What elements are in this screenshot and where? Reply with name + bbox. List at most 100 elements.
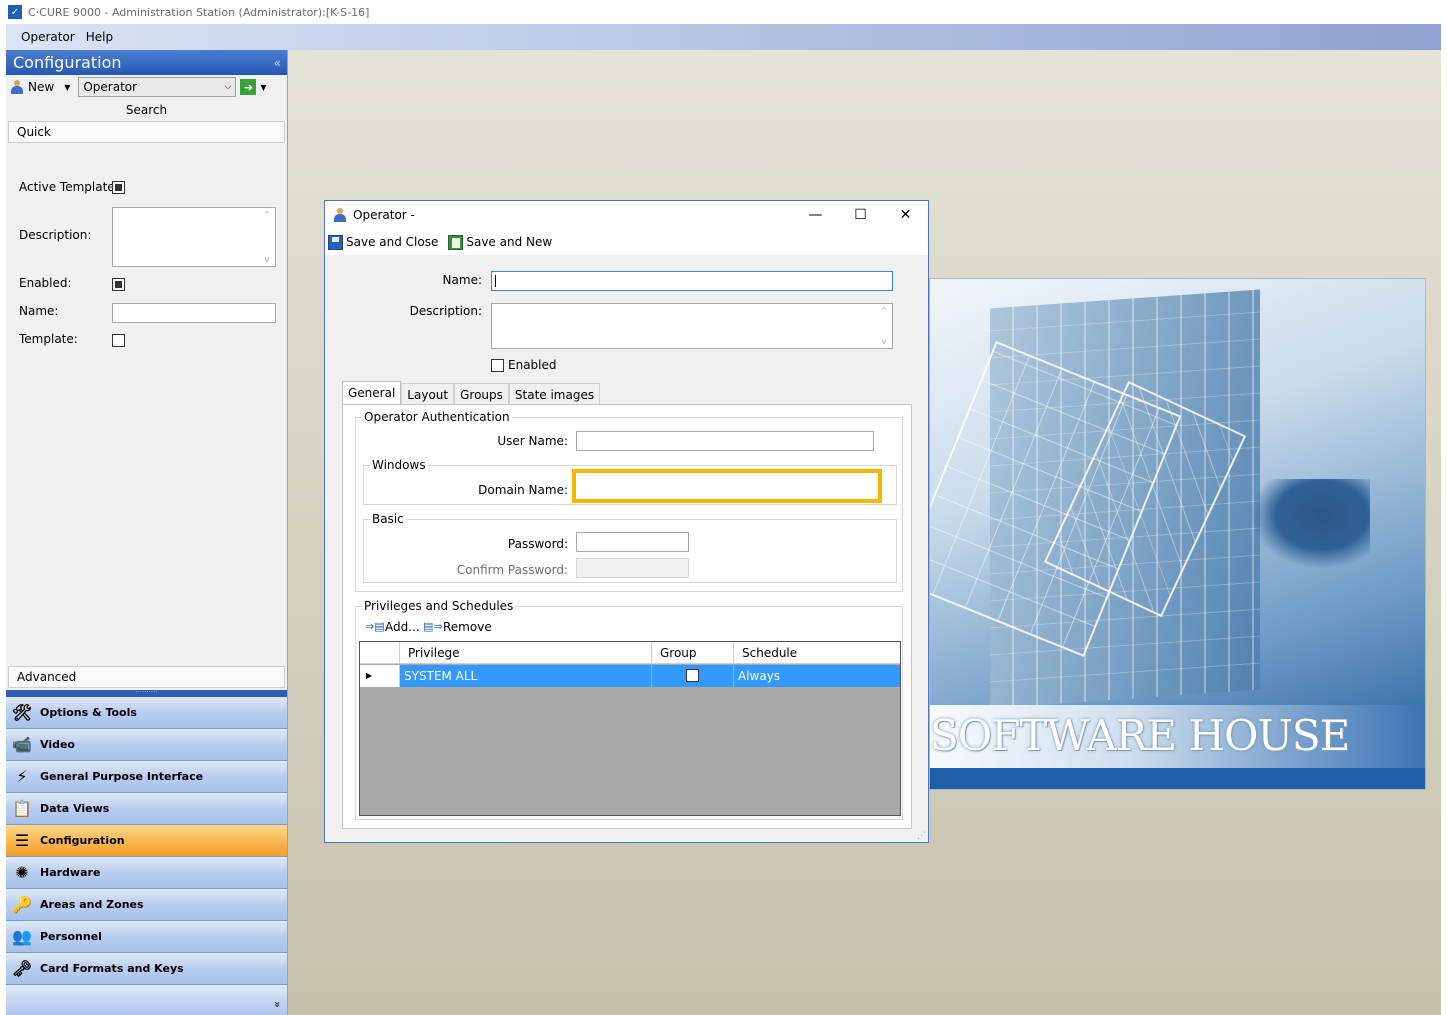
group-title: Privileges and Schedules bbox=[362, 599, 516, 613]
nav-areas-zones[interactable]: 🔑 Areas and Zones bbox=[6, 889, 287, 921]
privilege-cell[interactable]: SYSTEM ALL bbox=[400, 665, 652, 687]
operator-icon bbox=[333, 208, 347, 222]
scroll-arrows[interactable]: ^ v bbox=[878, 306, 890, 346]
template-checkbox[interactable] bbox=[112, 334, 125, 347]
tab-state-images[interactable]: State images bbox=[508, 383, 601, 405]
nav-data-views[interactable]: 📋 Data Views bbox=[6, 793, 287, 825]
group-checkbox[interactable] bbox=[686, 669, 699, 682]
go-dropdown-icon[interactable]: ▼ bbox=[260, 83, 266, 92]
window-title: C·CURE 9000 - Administration Station (Ad… bbox=[28, 5, 370, 19]
nav-label: Data Views bbox=[40, 802, 110, 815]
maximize-button[interactable]: ☐ bbox=[838, 201, 883, 229]
operator-dialog: Operator - — ☐ ✕ Save and Close Save and… bbox=[324, 200, 929, 843]
close-button[interactable]: ✕ bbox=[883, 201, 928, 229]
row-header-column bbox=[360, 642, 400, 663]
group-cell[interactable] bbox=[652, 665, 734, 687]
collapse-pane-icon[interactable]: « bbox=[274, 56, 281, 70]
nav-personnel[interactable]: 👥 Personnel bbox=[6, 921, 287, 953]
enabled-label: Enabled: bbox=[19, 276, 72, 290]
row-selector-icon[interactable]: ▶ bbox=[360, 665, 400, 687]
active-template-checkbox[interactable] bbox=[112, 181, 125, 194]
name-field[interactable] bbox=[112, 303, 276, 323]
save-new-icon bbox=[448, 234, 464, 250]
save-and-close-button[interactable]: Save and Close bbox=[346, 235, 438, 249]
pane-toolbar: New ▼ Operator ⌵ ➜ ▼ bbox=[6, 75, 287, 99]
object-type-select[interactable]: Operator ⌵ bbox=[78, 77, 237, 97]
tab-general[interactable]: General bbox=[342, 381, 402, 404]
new-button[interactable]: New bbox=[28, 80, 54, 94]
save-icon bbox=[328, 234, 343, 250]
add-privilege-button[interactable]: Add... bbox=[385, 620, 420, 634]
nav-overflow-bar: » bbox=[6, 985, 287, 1015]
add-icon: ⇒▤ bbox=[365, 620, 385, 633]
operator-name-input[interactable] bbox=[491, 271, 893, 291]
minimize-button[interactable]: — bbox=[793, 201, 838, 229]
nav-options-tools[interactable]: 🛠 Options & Tools bbox=[6, 697, 287, 729]
pane-splitter[interactable]: ·········· bbox=[6, 689, 287, 697]
resize-grip-icon[interactable]: ⋰ bbox=[917, 831, 926, 841]
remove-icon: ▤⇒ bbox=[423, 620, 443, 633]
operator-description-input[interactable]: ^ v bbox=[491, 303, 893, 349]
save-and-new-button[interactable]: Save and New bbox=[466, 235, 552, 249]
table-row[interactable]: ▶ SYSTEM ALL Always bbox=[360, 665, 900, 687]
new-dropdown-icon[interactable]: ▼ bbox=[64, 83, 70, 92]
confirm-password-input bbox=[576, 558, 689, 578]
nav-general-purpose-interface[interactable]: ⚡ General Purpose Interface bbox=[6, 761, 287, 793]
dialog-tabs: General Layout Groups State images bbox=[342, 381, 601, 405]
name-label: Name: bbox=[19, 304, 59, 318]
video-icon: 📹 bbox=[12, 735, 32, 754]
group-title: Windows bbox=[370, 458, 428, 472]
nav-label: Hardware bbox=[40, 866, 101, 879]
description-field[interactable]: ^ v bbox=[112, 207, 276, 267]
active-template-label: Active Template: bbox=[19, 180, 119, 194]
key-icon: 🔑 bbox=[12, 895, 32, 914]
menu-help[interactable]: Help bbox=[86, 30, 113, 44]
personnel-icon: 👥 bbox=[12, 927, 32, 946]
nav-label: Configuration bbox=[40, 834, 125, 847]
tab-groups[interactable]: Groups bbox=[454, 383, 509, 405]
data-views-icon: 📋 bbox=[12, 799, 32, 818]
remove-privilege-button[interactable]: Remove bbox=[443, 620, 492, 634]
go-arrow-button[interactable]: ➜ bbox=[240, 79, 257, 95]
confirm-password-label: Confirm Password: bbox=[456, 563, 568, 577]
enabled-label: Enabled bbox=[508, 358, 557, 372]
enabled-checkbox[interactable] bbox=[491, 359, 504, 372]
group-title: Operator Authentication bbox=[362, 410, 512, 424]
quick-search-bar[interactable]: Quick bbox=[8, 121, 285, 143]
column-privilege[interactable]: Privilege bbox=[400, 642, 652, 663]
nav-configuration[interactable]: ☰ Configuration bbox=[6, 825, 287, 857]
search-label: Search bbox=[125, 103, 168, 117]
password-label: Password: bbox=[507, 537, 568, 551]
enabled-checkbox[interactable] bbox=[112, 278, 125, 291]
column-group[interactable]: Group bbox=[652, 642, 734, 663]
card-key-icon: 🗝 bbox=[11, 959, 33, 978]
user-name-input[interactable] bbox=[576, 431, 874, 451]
dialog-title: Operator - bbox=[353, 208, 415, 222]
menu-bar: Operator Help bbox=[6, 24, 1441, 50]
hardware-icon: ✺ bbox=[15, 863, 29, 882]
menu-operator[interactable]: Operator bbox=[21, 30, 75, 44]
configuration-header: Configuration « bbox=[6, 50, 287, 75]
chevron-down-icon: ⌵ bbox=[224, 82, 232, 92]
scroll-arrows[interactable]: ^ v bbox=[261, 210, 273, 264]
domain-name-label: Domain Name: bbox=[478, 483, 568, 497]
navigation-list: 🛠 Options & Tools 📹 Video ⚡ General Purp… bbox=[6, 697, 287, 1015]
chevron-double-down-icon[interactable]: » bbox=[271, 1001, 284, 1008]
schedule-cell[interactable]: Always bbox=[734, 665, 900, 687]
pane-title: Configuration bbox=[13, 53, 122, 72]
dialog-toolbar: Save and Close Save and New bbox=[325, 229, 928, 255]
ccure-app-icon: ✓ bbox=[8, 5, 22, 19]
nav-hardware[interactable]: ✺ Hardware bbox=[6, 857, 287, 889]
user-name-label: User Name: bbox=[497, 434, 568, 448]
nav-card-formats-keys[interactable]: 🗝 Card Formats and Keys bbox=[6, 953, 287, 985]
password-input[interactable] bbox=[576, 532, 689, 552]
nav-label: Areas and Zones bbox=[40, 898, 144, 911]
column-schedule[interactable]: Schedule bbox=[734, 642, 900, 663]
description-label: Description: bbox=[409, 304, 482, 318]
software-house-logo: SOFTWARE HOUSE bbox=[930, 711, 1350, 760]
advanced-search-bar[interactable]: Advanced bbox=[8, 666, 285, 688]
nav-video[interactable]: 📹 Video bbox=[6, 729, 287, 761]
window-titlebar: ✓ C·CURE 9000 - Administration Station (… bbox=[0, 0, 1447, 24]
privileges-grid: Privilege Group Schedule ▶ SYSTEM ALL Al… bbox=[359, 641, 901, 816]
tab-layout[interactable]: Layout bbox=[401, 383, 455, 405]
